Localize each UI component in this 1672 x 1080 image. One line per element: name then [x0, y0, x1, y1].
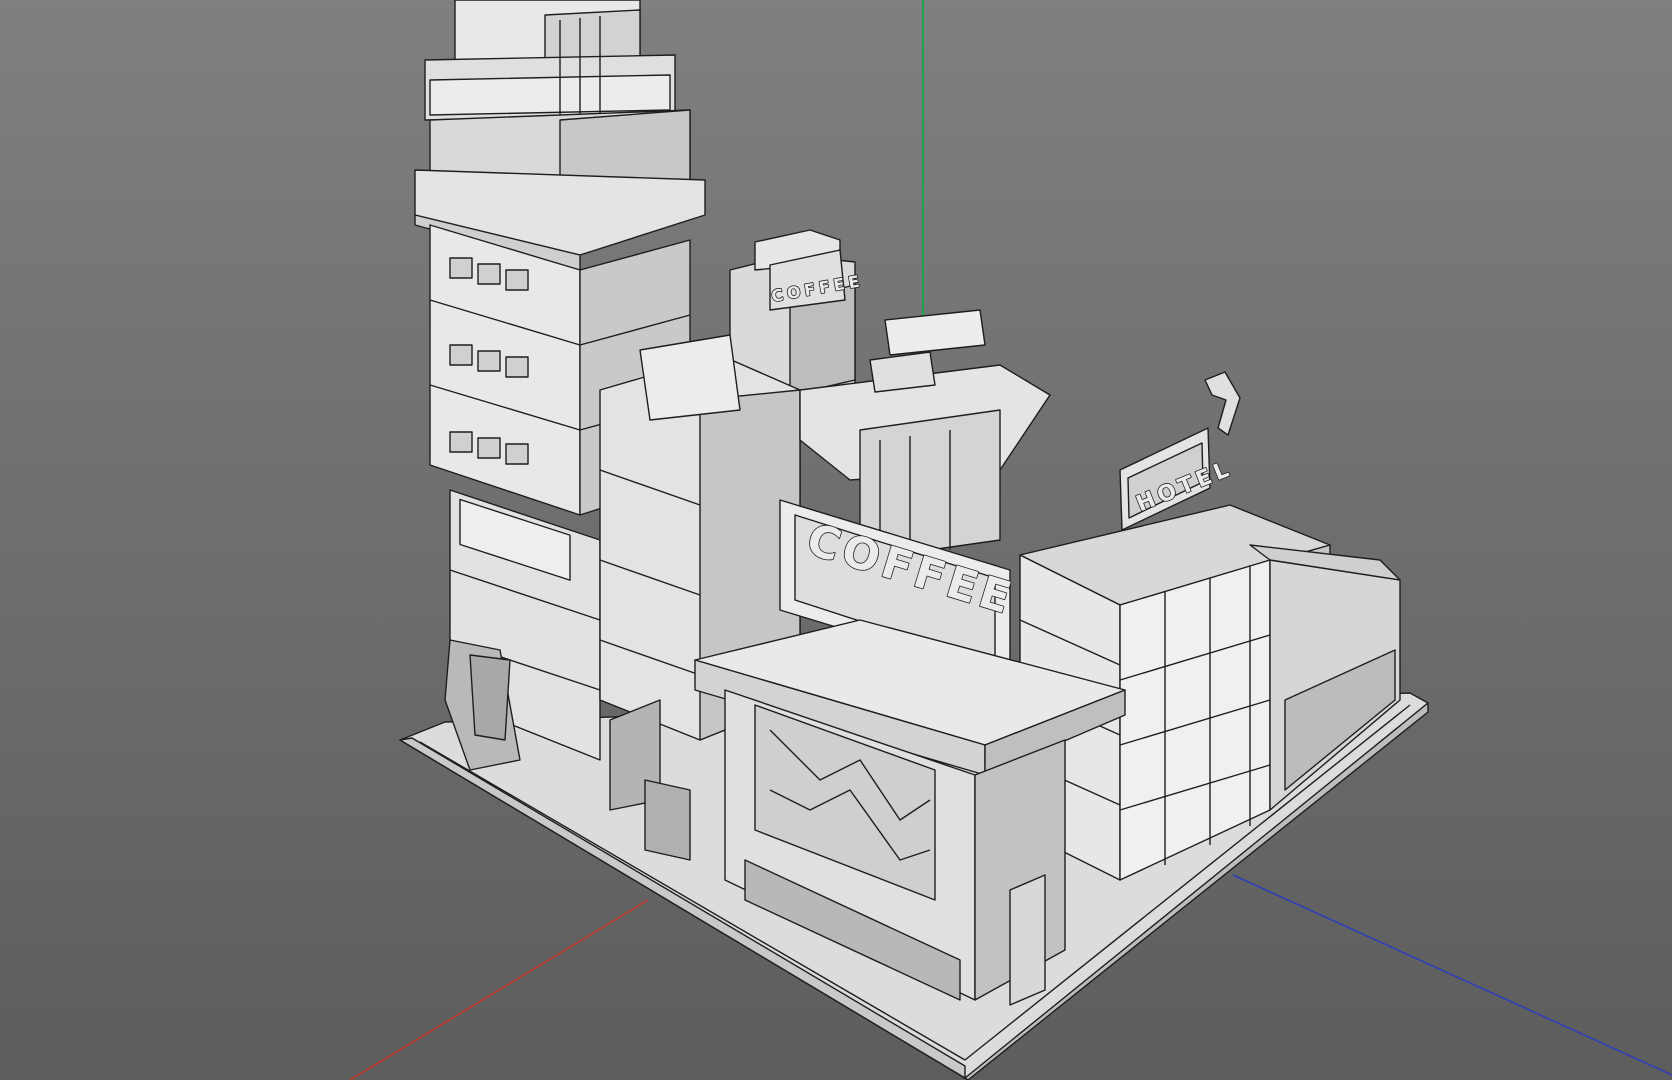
viewport-canvas[interactable]: HOTEL COFFEE COFFEE: [0, 0, 1672, 1080]
3d-viewport[interactable]: HOTEL COFFEE COFFEE: [0, 0, 1672, 1080]
